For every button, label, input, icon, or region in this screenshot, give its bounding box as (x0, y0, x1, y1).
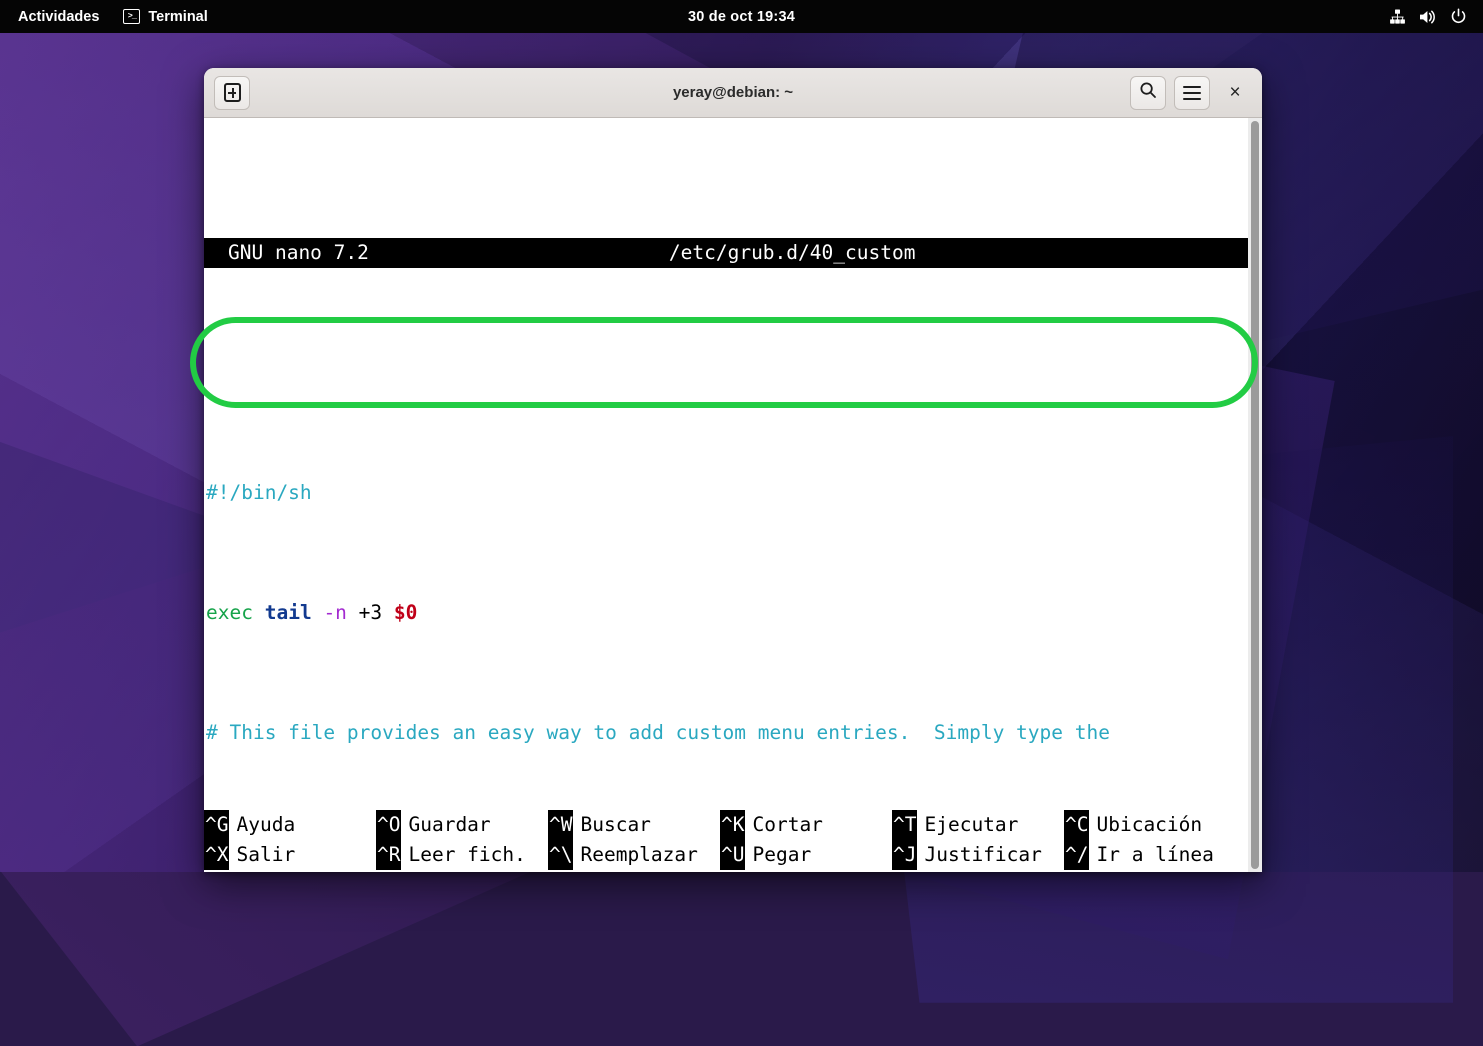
shortcut-execute[interactable]: ^T Ejecutar (892, 810, 1064, 840)
clock[interactable]: 30 de oct 19:34 (688, 9, 795, 25)
nano-shortcut-bar: ^G Ayuda ^O Guardar ^W Buscar ^K Cortar ^T Ej… (204, 810, 1248, 872)
shortcut-location[interactable]: ^C Ubicación (1064, 810, 1202, 840)
shortcut-key: ^J (892, 840, 918, 870)
gnome-top-bar: Actividades >_ Terminal 30 de oct 19:34 (0, 0, 1483, 33)
search-icon (1139, 81, 1157, 104)
shortcut-key: ^U (720, 840, 746, 870)
shortcut-label: Justificar (924, 843, 1042, 866)
token-comment-1: # This file provides an easy way to add … (206, 721, 1110, 744)
hamburger-menu-icon (1183, 85, 1201, 100)
new-tab-icon (223, 83, 241, 102)
network-wired-icon (1389, 9, 1406, 25)
nano-version: GNU nano 7.2 (228, 241, 369, 264)
shortcut-label: Guardar (408, 813, 491, 836)
shortcut-key: ^O (376, 810, 402, 840)
shortcut-paste[interactable]: ^U Pegar (720, 840, 892, 870)
shortcut-search[interactable]: ^W Buscar (548, 810, 720, 840)
shortcut-key: ^T (892, 810, 918, 840)
nano-editor[interactable]: GNU nano 7.2 /etc/grub.d/40_custom #!/bi… (204, 118, 1248, 872)
window-title: yeray@debian: ~ (672, 84, 794, 101)
terminal-scrollbar[interactable] (1248, 118, 1262, 872)
shortcut-label: Reemplazar (580, 843, 698, 866)
shortcut-row-1: ^G Ayuda ^O Guardar ^W Buscar ^K Cortar ^T Ej… (204, 810, 1248, 840)
nano-title-bar: GNU nano 7.2 /etc/grub.d/40_custom (204, 238, 1248, 268)
app-menu-label: Terminal (148, 8, 208, 25)
shortcut-key: ^C (1064, 810, 1090, 840)
shortcut-label: Ubicación (1096, 813, 1203, 836)
power-icon (1450, 8, 1467, 25)
token-plus3: +3 (358, 601, 383, 624)
shortcut-label: Salir (236, 843, 296, 866)
shortcut-label: Cortar (752, 813, 823, 836)
activities-button[interactable]: Actividades (6, 0, 111, 33)
token-tail: tail (264, 601, 312, 624)
terminal-window: yeray@debian: ~ × GNU nano 7.2 /etc/grub… (204, 68, 1262, 872)
shortcut-key: ^K (720, 810, 746, 840)
shortcut-cut[interactable]: ^K Cortar (720, 810, 892, 840)
shortcut-key: ^R (376, 840, 402, 870)
close-button[interactable]: × (1218, 76, 1252, 110)
shortcut-help[interactable]: ^G Ayuda (204, 810, 376, 840)
volume-icon (1419, 9, 1437, 25)
token-flag-n: -n (323, 601, 347, 624)
shortcut-key: ^G (204, 810, 230, 840)
code-line-comment-1: # This file provides an easy way to add … (206, 718, 1246, 748)
nano-filename: /etc/grub.d/40_custom (668, 241, 916, 264)
code-line-exec-tail: exec tail -n +3 $0 (206, 598, 1246, 628)
window-titlebar[interactable]: yeray@debian: ~ × (204, 68, 1262, 118)
shortcut-label: Ir a línea (1096, 843, 1214, 866)
activities-label: Actividades (18, 8, 100, 25)
token-dollar0: $0 (393, 601, 418, 624)
shortcut-label: Pegar (752, 843, 812, 866)
shortcut-label: Leer fich. (408, 843, 526, 866)
token-exec: exec (206, 601, 253, 624)
app-menu-terminal[interactable]: >_ Terminal (111, 0, 219, 33)
token-shebang: #!/bin/sh (206, 481, 312, 504)
shortcut-goto-line[interactable]: ^/ Ir a línea (1064, 840, 1214, 870)
shortcut-label: Buscar (580, 813, 651, 836)
shortcut-read-file[interactable]: ^R Leer fich. (376, 840, 548, 870)
menu-button[interactable] (1174, 75, 1210, 110)
code-line-shebang: #!/bin/sh (206, 478, 1246, 508)
nano-text-area[interactable]: #!/bin/sh exec tail -n +3 $0 # This file… (204, 388, 1248, 872)
shortcut-key: ^X (204, 840, 230, 870)
shortcut-exit[interactable]: ^X Salir (204, 840, 376, 870)
shortcut-key: ^\ (548, 840, 574, 870)
shortcut-key: ^W (548, 810, 574, 840)
scrollbar-thumb[interactable] (1251, 121, 1259, 869)
shortcut-justify[interactable]: ^J Justificar (892, 840, 1064, 870)
new-tab-button[interactable] (214, 75, 250, 110)
shortcut-label: Ejecutar (924, 813, 1019, 836)
shortcut-row-2: ^X Salir ^R Leer fich. ^\ Reemplazar ^U Pega… (204, 840, 1248, 870)
search-button[interactable] (1130, 75, 1166, 110)
shortcut-label: Ayuda (236, 813, 296, 836)
shortcut-replace[interactable]: ^\ Reemplazar (548, 840, 720, 870)
terminal-body[interactable]: GNU nano 7.2 /etc/grub.d/40_custom #!/bi… (204, 118, 1262, 872)
system-tray[interactable] (1389, 8, 1483, 25)
shortcut-save[interactable]: ^O Guardar (376, 810, 548, 840)
shortcut-key: ^/ (1064, 840, 1090, 870)
terminal-icon: >_ (123, 9, 141, 24)
